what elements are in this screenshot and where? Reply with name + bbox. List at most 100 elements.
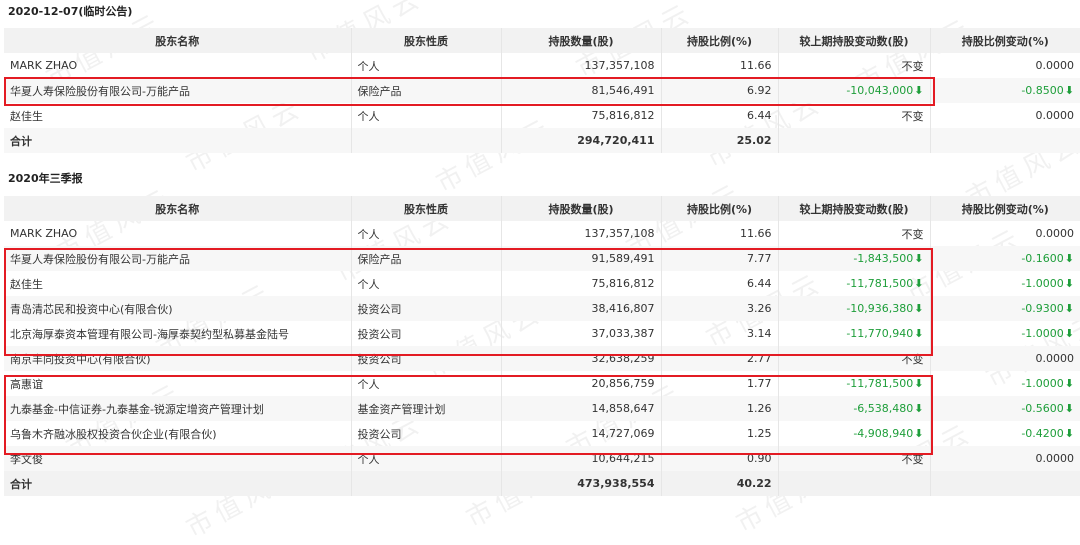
holder-name: 九泰基金-中信证券-九泰基金-锐源定增资产管理计划	[4, 396, 352, 421]
col-header-nature: 股东性质	[351, 28, 502, 53]
holder-nature: 保险产品	[351, 78, 502, 103]
holder-ratio-change: -0.5600⬇	[930, 396, 1080, 421]
holder-change-value: 不变	[901, 109, 924, 123]
holder-change-value: -1,843,500	[853, 252, 914, 265]
holder-nature: 个人	[351, 371, 502, 396]
holder-change-value: -10,936,380	[846, 302, 914, 315]
holder-nature: 个人	[351, 221, 502, 246]
holder-change: -4,908,940⬇	[778, 421, 931, 446]
table-row: 南京丰同投资中心(有限合伙) 投资公司 32,638,259 2.77 不变 0.0000	[4, 346, 1080, 371]
total-change-empty	[778, 471, 931, 496]
total-nature-empty	[351, 471, 502, 496]
holder-nature: 投资公司	[351, 321, 502, 346]
holder-ratio-change: 0.0000	[930, 103, 1080, 128]
total-ratio-change-empty	[930, 471, 1080, 496]
holder-name: 赵佳生	[4, 271, 352, 296]
table-header-row: 股东名称 股东性质 持股数量(股) 持股比例(%) 较上期持股变动数(股) 持股…	[4, 28, 1080, 53]
holder-change-value: -4,908,940	[853, 427, 914, 440]
shareholders-table-q3: 股东名称 股东性质 持股数量(股) 持股比例(%) 较上期持股变动数(股) 持股…	[4, 196, 1080, 496]
total-shares: 294,720,411	[501, 128, 662, 153]
holder-change-value: -11,781,500	[846, 277, 914, 290]
table-row: 乌鲁木齐融冰股权投资合伙企业(有限合伙) 投资公司 14,727,069 1.25 -4…	[4, 421, 1080, 446]
holder-nature: 个人	[351, 446, 502, 471]
holder-ratio-change-value: -0.8500	[1021, 84, 1064, 97]
holder-name: 北京海厚泰资本管理有限公司-海厚泰契约型私募基金陆号	[4, 321, 352, 346]
holder-shares: 32,638,259	[501, 346, 662, 371]
holder-name: 南京丰同投资中心(有限合伙)	[4, 346, 352, 371]
arrow-down-icon: ⬇	[914, 427, 924, 440]
arrow-down-icon: ⬇	[1064, 402, 1074, 415]
holder-shares: 81,546,491	[501, 78, 662, 103]
col-header-name: 股东名称	[4, 28, 352, 53]
holder-ratio: 7.77	[661, 246, 779, 271]
holder-ratio-change: 0.0000	[930, 446, 1080, 471]
arrow-down-icon: ⬇	[914, 302, 924, 315]
table-row: 九泰基金-中信证券-九泰基金-锐源定增资产管理计划 基金资产管理计划 14,858,…	[4, 396, 1080, 421]
holder-shares: 137,357,108	[501, 53, 662, 78]
holder-shares: 75,816,812	[501, 271, 662, 296]
holder-ratio-change: -1.0000⬇	[930, 321, 1080, 346]
holder-ratio: 3.14	[661, 321, 779, 346]
holder-ratio-change: -0.8500⬇	[930, 78, 1080, 103]
holder-shares: 20,856,759	[501, 371, 662, 396]
holder-name: 赵佳生	[4, 103, 352, 128]
holder-ratio-change-value: -1.0000	[1021, 327, 1064, 340]
shareholders-table-announcement: 股东名称 股东性质 持股数量(股) 持股比例(%) 较上期持股变动数(股) 持股…	[4, 28, 1080, 153]
arrow-down-icon: ⬇	[1064, 302, 1074, 315]
holder-ratio: 1.26	[661, 396, 779, 421]
holder-ratio-change-value: 0.0000	[1035, 452, 1075, 465]
arrow-down-icon: ⬇	[1064, 84, 1074, 97]
total-nature-empty	[351, 128, 502, 153]
holder-nature: 个人	[351, 53, 502, 78]
arrow-down-icon: ⬇	[1064, 327, 1074, 340]
holder-nature: 个人	[351, 103, 502, 128]
holder-change-value: -11,781,500	[846, 377, 914, 390]
holder-ratio: 1.25	[661, 421, 779, 446]
holder-change-value: 不变	[901, 59, 924, 73]
holder-nature: 保险产品	[351, 246, 502, 271]
holder-ratio-change: 0.0000	[930, 221, 1080, 246]
arrow-down-icon: ⬇	[914, 327, 924, 340]
holder-ratio: 6.92	[661, 78, 779, 103]
holder-ratio-change-value: -0.9300	[1021, 302, 1064, 315]
table-row: 北京海厚泰资本管理有限公司-海厚泰契约型私募基金陆号 投资公司 37,033,387…	[4, 321, 1080, 346]
holder-name: MARK ZHAO	[4, 221, 352, 246]
holder-name: 华夏人寿保险股份有限公司-万能产品	[4, 246, 352, 271]
holder-change-value: 不变	[901, 452, 924, 466]
holder-change: -1,843,500⬇	[778, 246, 931, 271]
holder-change: -11,781,500⬇	[778, 271, 931, 296]
holder-name: 华夏人寿保险股份有限公司-万能产品	[4, 78, 352, 103]
holder-change: 不变	[778, 221, 931, 246]
holder-ratio-change-value: 0.0000	[1035, 227, 1075, 240]
holder-nature: 投资公司	[351, 421, 502, 446]
section-title-announcement: 2020-12-07(临时公告)	[8, 5, 133, 18]
holder-ratio-change-value: 0.0000	[1035, 352, 1075, 365]
total-ratio: 40.22	[661, 471, 779, 496]
holder-ratio-change: 0.0000	[930, 346, 1080, 371]
holder-change-value: -6,538,480	[853, 402, 914, 415]
holder-name: 乌鲁木齐融冰股权投资合伙企业(有限合伙)	[4, 421, 352, 446]
holder-shares: 137,357,108	[501, 221, 662, 246]
col-header-change: 较上期持股变动数(股)	[778, 28, 931, 53]
holder-ratio-change: -0.4200⬇	[930, 421, 1080, 446]
total-row: 合计 473,938,554 40.22	[4, 471, 1080, 496]
holder-change: 不变	[778, 446, 931, 471]
table-row: MARK ZHAO 个人 137,357,108 11.66 不变 0.0000	[4, 221, 1080, 246]
total-change-empty	[778, 128, 931, 153]
holder-change: -10,043,000⬇	[778, 78, 931, 103]
holder-change: 不变	[778, 103, 931, 128]
holder-change: -11,770,940⬇	[778, 321, 931, 346]
col-header-name: 股东名称	[4, 196, 352, 221]
table-row: 赵佳生 个人 75,816,812 6.44 -11,781,500⬇ -1.0000⬇	[4, 271, 1080, 296]
holder-ratio-change-value: 0.0000	[1035, 109, 1075, 122]
holder-ratio: 11.66	[661, 221, 779, 246]
holder-ratio-change-value: -0.4200	[1021, 427, 1064, 440]
holder-shares: 75,816,812	[501, 103, 662, 128]
holder-ratio: 11.66	[661, 53, 779, 78]
holder-shares: 38,416,807	[501, 296, 662, 321]
holder-ratio-change-value: -1.0000	[1021, 277, 1064, 290]
holder-change: 不变	[778, 346, 931, 371]
table-row: 李文俊 个人 10,644,215 0.90 不变 0.0000	[4, 446, 1080, 471]
total-label: 合计	[4, 471, 352, 496]
col-header-ratio-change: 持股比例变动(%)	[930, 28, 1080, 53]
